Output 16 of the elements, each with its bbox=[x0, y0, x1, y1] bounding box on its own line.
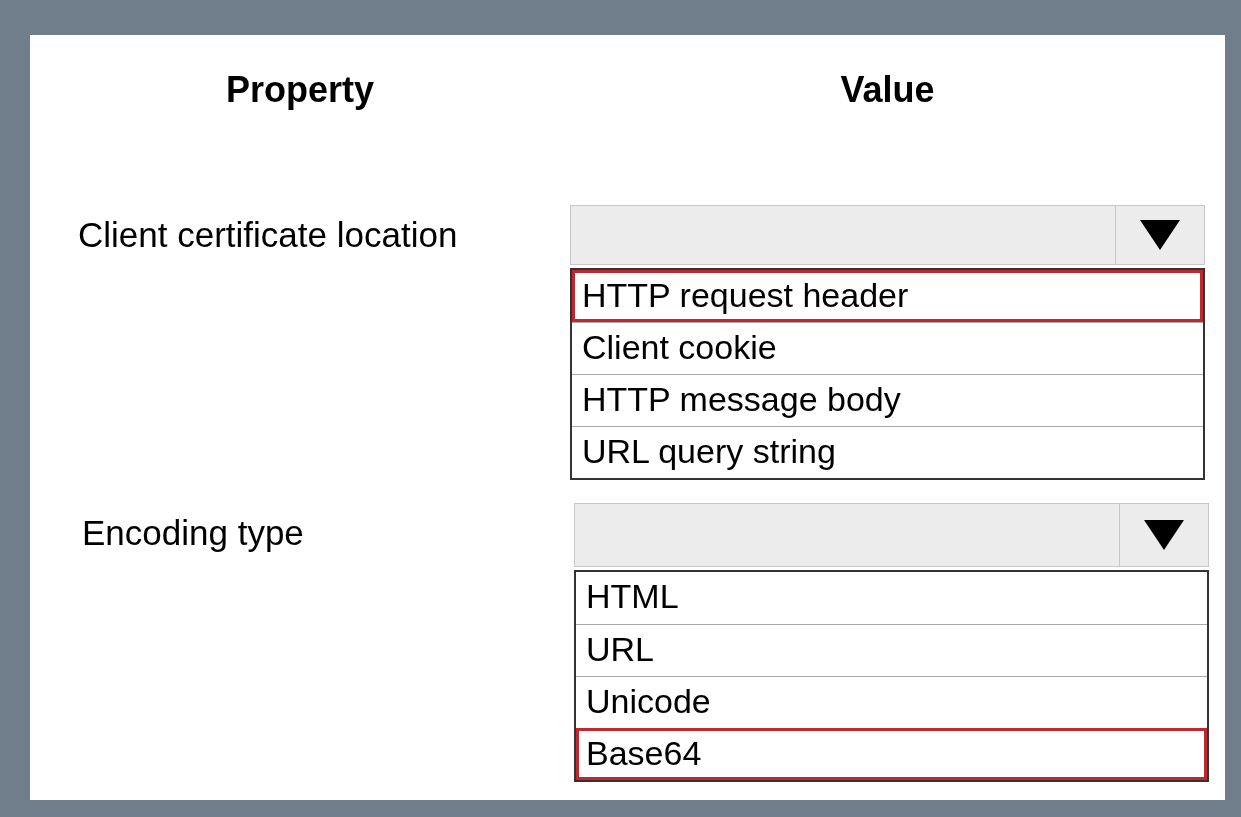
column-header: Value bbox=[839, 69, 936, 111]
dropdown-option[interactable]: HTTP message body bbox=[572, 374, 1203, 426]
dropdown-option[interactable]: URL query string bbox=[572, 426, 1203, 478]
property-label: Client certificate location bbox=[77, 214, 459, 256]
dropdown-option[interactable]: HTML bbox=[576, 572, 1207, 624]
caret-icon bbox=[1140, 220, 1180, 250]
dropdown-option[interactable]: Base64 bbox=[576, 728, 1207, 780]
column-header: Property bbox=[224, 69, 375, 111]
dropdown-option[interactable]: HTTP request header bbox=[572, 270, 1203, 322]
dropdown-option[interactable]: Unicode bbox=[576, 676, 1207, 728]
property-label: Encoding type bbox=[81, 512, 305, 554]
dropdown-option[interactable]: URL bbox=[576, 624, 1207, 676]
dropdown-option[interactable]: Client cookie bbox=[572, 322, 1203, 374]
caret-icon bbox=[1144, 520, 1184, 550]
dropdown[interactable] bbox=[570, 205, 1205, 265]
dropdown[interactable] bbox=[574, 503, 1209, 567]
